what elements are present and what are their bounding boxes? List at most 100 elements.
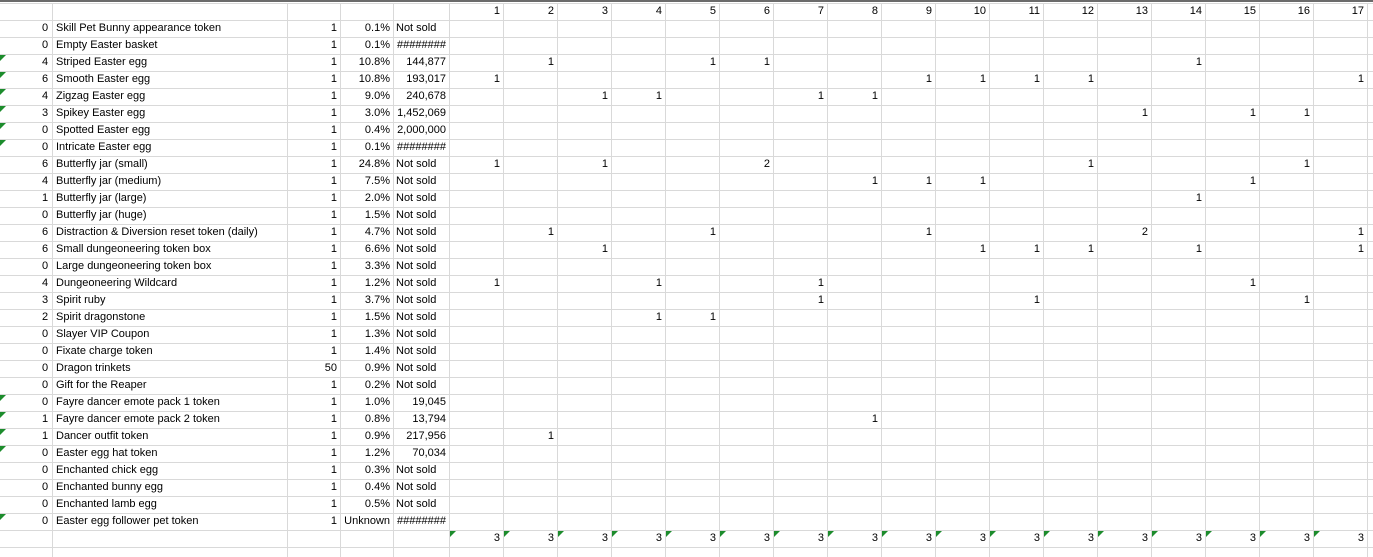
column-header-2[interactable]: 2 (503, 3, 557, 20)
quantity-cell[interactable]: 1 (287, 326, 340, 343)
grid-value-cell[interactable]: 1 (1151, 190, 1205, 207)
grid-value-cell[interactable]: 1 (989, 71, 1043, 88)
quantity-cell[interactable]: 1 (287, 122, 340, 139)
quantity-cell[interactable]: 1 (287, 54, 340, 71)
price-cell[interactable]: 13,794 (393, 411, 449, 428)
total-cell[interactable]: 3 (1259, 530, 1313, 547)
item-name-cell[interactable]: Fayre dancer emote pack 2 token (53, 411, 287, 428)
grid-value-cell[interactable]: 1 (1205, 105, 1259, 122)
drop-rate-cell[interactable]: 4.7% (340, 224, 393, 241)
price-cell[interactable]: 70,034 (393, 445, 449, 462)
grid-value-cell[interactable]: 1 (989, 241, 1043, 258)
drop-rate-cell[interactable]: 24.8% (340, 156, 393, 173)
column-header-15[interactable]: 15 (1205, 3, 1259, 20)
item-name-cell[interactable]: Gift for the Reaper (53, 377, 287, 394)
drop-rate-cell[interactable]: 0.2% (340, 377, 393, 394)
price-cell[interactable]: Not sold (393, 326, 449, 343)
item-name-cell[interactable]: Zigzag Easter egg (53, 88, 287, 105)
item-name-cell[interactable]: Dragon trinkets (53, 360, 287, 377)
item-name-cell[interactable]: Enchanted lamb egg (53, 496, 287, 513)
grid-value-cell[interactable]: 1 (1259, 292, 1313, 309)
item-name-cell[interactable]: Distraction & Diversion reset token (dai… (53, 224, 287, 241)
price-cell[interactable]: Not sold (393, 292, 449, 309)
price-cell[interactable]: Not sold (393, 20, 449, 37)
grid-value-cell[interactable]: 1 (881, 173, 935, 190)
column-header-9[interactable]: 9 (881, 3, 935, 20)
quantity-cell[interactable]: 1 (287, 139, 340, 156)
price-cell[interactable]: Not sold (393, 479, 449, 496)
grid-value-cell[interactable]: 2 (719, 156, 773, 173)
total-cell[interactable]: 3 (1205, 530, 1259, 547)
item-name-cell[interactable]: Spikey Easter egg (53, 105, 287, 122)
quantity-cell[interactable]: 1 (287, 20, 340, 37)
quantity-cell[interactable]: 1 (287, 156, 340, 173)
total-cell[interactable]: 3 (557, 530, 611, 547)
drop-rate-cell[interactable]: 0.1% (340, 20, 393, 37)
column-header-10[interactable]: 10 (935, 3, 989, 20)
spreadsheet-grid[interactable]: 1 2 3 4 5 6 7 8 9 10 11 12 13 14 15 16 17 0 Skill Pet Bunn… (0, 0, 1373, 557)
quantity-cell[interactable]: 1 (287, 224, 340, 241)
price-cell[interactable]: ######## (393, 139, 449, 156)
grid-value-cell[interactable]: 1 (1205, 173, 1259, 190)
grid-value-cell[interactable]: 1 (881, 224, 935, 241)
price-cell[interactable]: Not sold (393, 309, 449, 326)
item-name-cell[interactable]: Fixate charge token (53, 343, 287, 360)
price-cell[interactable]: 193,017 (393, 71, 449, 88)
item-name-cell[interactable]: Smooth Easter egg (53, 71, 287, 88)
grid-value-cell[interactable]: 1 (827, 173, 881, 190)
grid-value-cell[interactable]: 1 (773, 275, 827, 292)
drop-rate-cell[interactable]: 3.7% (340, 292, 393, 309)
column-header-4[interactable]: 4 (611, 3, 665, 20)
total-cell[interactable]: 3 (1151, 530, 1205, 547)
price-cell[interactable]: 217,956 (393, 428, 449, 445)
drop-rate-cell[interactable]: 1.3% (340, 326, 393, 343)
price-cell[interactable]: Not sold (393, 241, 449, 258)
quantity-cell[interactable]: 1 (287, 258, 340, 275)
grid-value-cell[interactable]: 1 (773, 292, 827, 309)
price-cell[interactable]: Not sold (393, 173, 449, 190)
grid-value-cell[interactable]: 1 (1043, 241, 1097, 258)
price-cell[interactable]: Not sold (393, 496, 449, 513)
drop-rate-cell[interactable]: 0.4% (340, 122, 393, 139)
drop-rate-cell[interactable]: 10.8% (340, 71, 393, 88)
item-name-cell[interactable]: Easter egg follower pet token (53, 513, 287, 530)
grid-value-cell[interactable]: 1 (1259, 156, 1313, 173)
price-cell[interactable]: Not sold (393, 360, 449, 377)
quantity-cell[interactable]: 1 (287, 190, 340, 207)
drop-rate-cell[interactable]: 1.2% (340, 445, 393, 462)
grid-value-cell[interactable]: 1 (665, 224, 719, 241)
item-name-cell[interactable]: Intricate Easter egg (53, 139, 287, 156)
column-header-1[interactable]: 1 (449, 3, 503, 20)
grid-value-cell[interactable]: 1 (935, 241, 989, 258)
grid-value-cell[interactable]: 1 (935, 173, 989, 190)
grid-value-cell[interactable]: 1 (503, 428, 557, 445)
item-name-cell[interactable]: Enchanted chick egg (53, 462, 287, 479)
drop-rate-cell[interactable]: 6.6% (340, 241, 393, 258)
quantity-cell[interactable]: 1 (287, 275, 340, 292)
total-cell[interactable]: 3 (773, 530, 827, 547)
quantity-cell[interactable]: 1 (287, 394, 340, 411)
column-header-6[interactable]: 6 (719, 3, 773, 20)
total-cell[interactable]: 3 (1097, 530, 1151, 547)
grid-value-cell[interactable]: 1 (503, 54, 557, 71)
item-name-cell[interactable]: Spirit dragonstone (53, 309, 287, 326)
grid-value-cell[interactable]: 1 (665, 54, 719, 71)
drop-rate-cell[interactable]: 1.2% (340, 275, 393, 292)
price-cell[interactable]: ######## (393, 513, 449, 530)
quantity-cell[interactable]: 1 (287, 428, 340, 445)
grid-value-cell[interactable]: 1 (557, 156, 611, 173)
quantity-cell[interactable]: 1 (287, 207, 340, 224)
drop-rate-cell[interactable]: 1.5% (340, 207, 393, 224)
item-name-cell[interactable]: Dungeoneering Wildcard (53, 275, 287, 292)
grid-value-cell[interactable]: 1 (881, 71, 935, 88)
price-cell[interactable]: 240,678 (393, 88, 449, 105)
grid-value-cell[interactable]: 1 (1313, 224, 1367, 241)
drop-rate-cell[interactable]: 7.5% (340, 173, 393, 190)
item-name-cell[interactable]: Slayer VIP Coupon (53, 326, 287, 343)
grid-value-cell[interactable]: 1 (1205, 275, 1259, 292)
grid-value-cell[interactable]: 1 (935, 71, 989, 88)
price-cell[interactable]: 2,000,000 (393, 122, 449, 139)
grid-value-cell[interactable]: 1 (1097, 105, 1151, 122)
column-header-14[interactable]: 14 (1151, 3, 1205, 20)
price-cell[interactable]: Not sold (393, 462, 449, 479)
